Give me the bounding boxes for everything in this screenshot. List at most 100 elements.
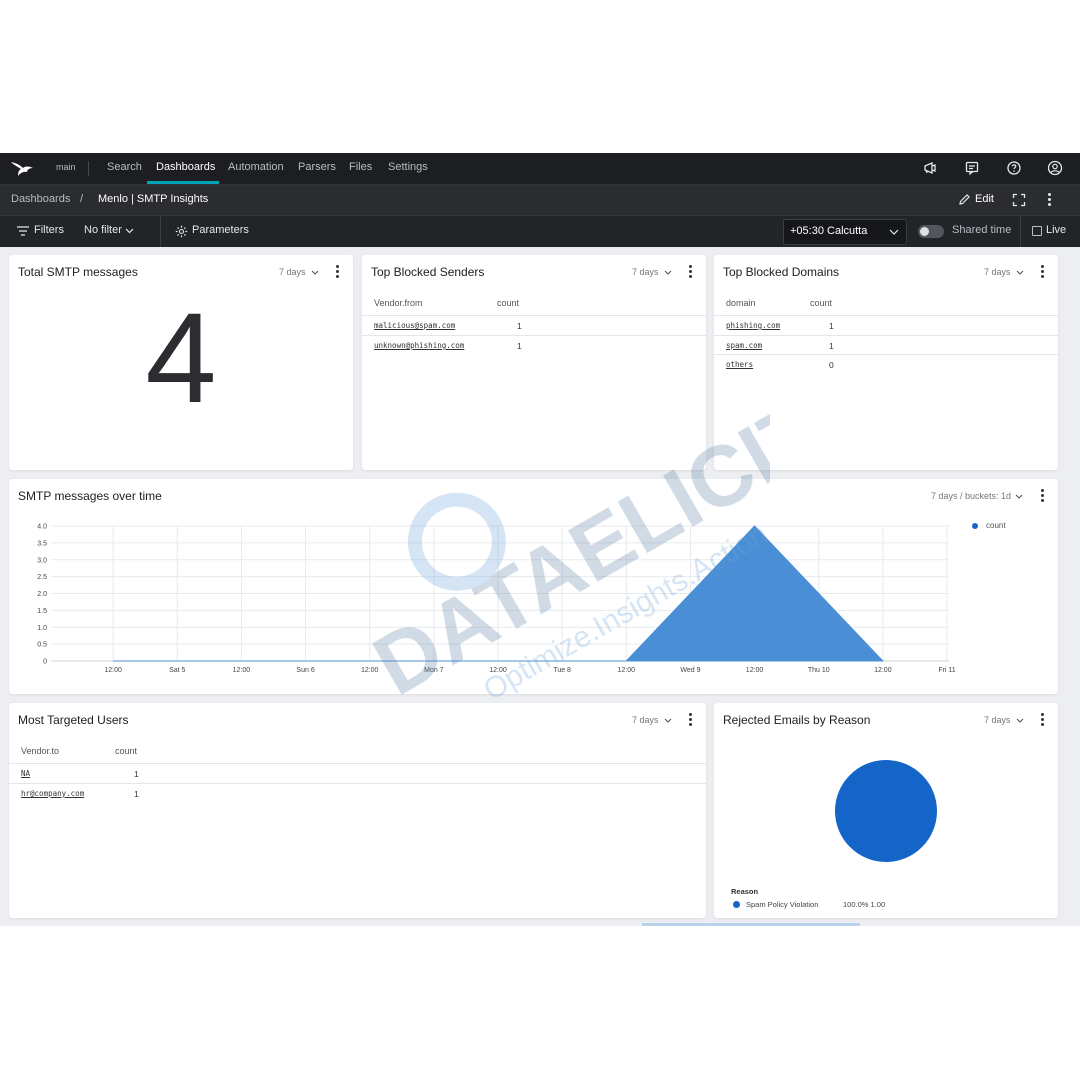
time-range-dropdown[interactable]: 7 days (632, 715, 659, 725)
y-tick-label: 3.0 (37, 557, 47, 564)
table-divider (714, 335, 1058, 336)
panel-menu-icon[interactable] (336, 265, 340, 279)
y-tick-label: 1.5 (37, 608, 47, 615)
total-smtp-panel: Total SMTP messages 7 days 4 (9, 255, 353, 470)
column-header[interactable]: count (115, 746, 137, 756)
shared-time-label: Shared time (952, 224, 1012, 236)
chevron-down-icon[interactable] (1016, 270, 1024, 275)
chevron-down-icon[interactable] (125, 228, 134, 234)
time-range-dropdown[interactable]: 7 days (984, 715, 1011, 725)
page-title: Menlo | SMTP Insights (98, 193, 209, 205)
column-header[interactable]: count (810, 298, 832, 308)
nav-parsers[interactable]: Parsers (298, 161, 336, 173)
nav-automation[interactable]: Automation (228, 161, 284, 173)
x-tick-label: 12:00 (874, 667, 892, 674)
gear-icon[interactable] (175, 225, 188, 238)
table-cell-link[interactable]: others (726, 360, 753, 369)
table-cell: 1 (829, 341, 834, 351)
table-cell-link[interactable]: unknown@phishing.com (374, 341, 464, 350)
x-tick-label: Sat 5 (169, 667, 185, 674)
messages-icon[interactable] (964, 160, 980, 176)
chevron-down-icon[interactable] (311, 270, 319, 275)
blocked-domains-panel: Top Blocked Domains 7 days domain count … (714, 255, 1058, 470)
more-options-icon[interactable] (1048, 193, 1051, 206)
pie-slice[interactable] (835, 760, 937, 862)
panel-menu-icon[interactable] (1041, 265, 1045, 279)
x-tick-label: Mon 7 (424, 667, 444, 674)
table-cell-link[interactable]: NA (21, 769, 30, 778)
table-cell-link[interactable]: hr@company.com (21, 789, 84, 798)
legend-label[interactable]: count (986, 521, 1006, 530)
shared-time-toggle[interactable] (918, 225, 944, 238)
time-range-dropdown[interactable]: 7 days (279, 267, 306, 277)
table-cell: 1 (134, 789, 139, 799)
nav-dashboards[interactable]: Dashboards (156, 161, 215, 173)
table-cell: 1 (517, 321, 522, 331)
live-label: Live (1046, 224, 1067, 236)
panel-menu-icon[interactable] (1041, 713, 1045, 727)
column-header[interactable]: Vendor.from (374, 298, 423, 308)
fullscreen-icon[interactable] (1012, 193, 1026, 207)
y-tick-label: 4.0 (37, 524, 47, 531)
no-filter-dropdown[interactable]: No filter (84, 224, 122, 236)
column-header[interactable]: Vendor.to (21, 746, 59, 756)
table-divider (362, 315, 706, 316)
table-cell-link[interactable]: phishing.com (726, 321, 780, 330)
falcon-logo-icon[interactable] (10, 159, 34, 177)
y-tick-label: 1.0 (37, 625, 47, 632)
chevron-down-icon (889, 229, 899, 235)
legend-label[interactable]: Spam Policy Violation (746, 900, 818, 909)
table-divider (9, 763, 706, 764)
x-tick-label: 12:00 (746, 667, 764, 674)
x-tick-label: Fri 11 (938, 667, 955, 674)
breadcrumb-dashboards-link[interactable]: Dashboards (11, 193, 70, 205)
edit-button[interactable]: Edit (975, 193, 994, 205)
chevron-down-icon[interactable] (664, 270, 672, 275)
table-cell-link[interactable]: spam.com (726, 341, 762, 350)
legend-swatch (733, 901, 740, 908)
legend-swatch (972, 523, 978, 529)
app-window: main Search Dashboards Automation Parser… (0, 153, 1080, 926)
filters-button[interactable]: Filters (34, 224, 64, 236)
breadcrumb-separator: / (80, 193, 84, 205)
rejected-emails-panel: Rejected Emails by Reason 7 days Reason … (714, 703, 1058, 918)
table-divider (9, 783, 706, 784)
panel-title: Top Blocked Domains (723, 265, 840, 279)
help-icon[interactable] (1006, 160, 1022, 176)
repository-name[interactable]: main (56, 162, 76, 172)
megaphone-icon[interactable] (922, 160, 938, 176)
x-tick-label: Wed 9 (680, 667, 700, 674)
time-range-dropdown[interactable]: 7 days (984, 267, 1011, 277)
table-cell: 1 (134, 769, 139, 779)
nav-files[interactable]: Files (349, 161, 372, 173)
y-tick-label: 0 (43, 659, 47, 666)
nav-settings[interactable]: Settings (388, 161, 428, 173)
filter-lines-icon (17, 226, 29, 236)
user-account-icon[interactable] (1047, 160, 1063, 176)
targeted-users-panel: Most Targeted Users 7 days Vendor.to cou… (9, 703, 706, 918)
horizontal-scrollbar[interactable] (642, 923, 860, 926)
area-chart: 0 0.5 1.0 1.5 2.0 2.5 3.0 3.5 4.0 12:00 Sat 5 12:00… (37, 524, 956, 675)
filter-toolbar: Filters No filter Parameters +05:30 Calc… (0, 215, 1080, 247)
panel-title: Rejected Emails by Reason (723, 713, 871, 727)
parameters-button[interactable]: Parameters (192, 224, 249, 236)
panel-menu-icon[interactable] (689, 265, 693, 279)
nav-search[interactable]: Search (107, 161, 142, 173)
time-range-dropdown[interactable]: 7 days (632, 267, 659, 277)
timezone-value: +05:30 Calcutta (790, 225, 868, 237)
live-checkbox[interactable] (1032, 226, 1042, 236)
panel-menu-icon[interactable] (689, 713, 693, 727)
y-tick-label: 0.5 (37, 642, 47, 649)
pie-chart (835, 760, 937, 862)
timezone-select[interactable]: +05:30 Calcutta (783, 219, 907, 245)
pencil-icon[interactable] (958, 193, 971, 206)
table-cell-link[interactable]: malicious@spam.com (374, 321, 455, 330)
top-navigation: main Search Dashboards Automation Parser… (0, 153, 1080, 185)
chevron-down-icon[interactable] (664, 718, 672, 723)
chevron-down-icon[interactable] (1016, 718, 1024, 723)
column-header[interactable]: count (497, 298, 519, 308)
column-header[interactable]: domain (726, 298, 756, 308)
total-count-value: 4 (145, 287, 217, 430)
breadcrumb: Dashboards / Menlo | SMTP Insights Edit (0, 185, 1080, 215)
table-cell: 1 (829, 321, 834, 331)
